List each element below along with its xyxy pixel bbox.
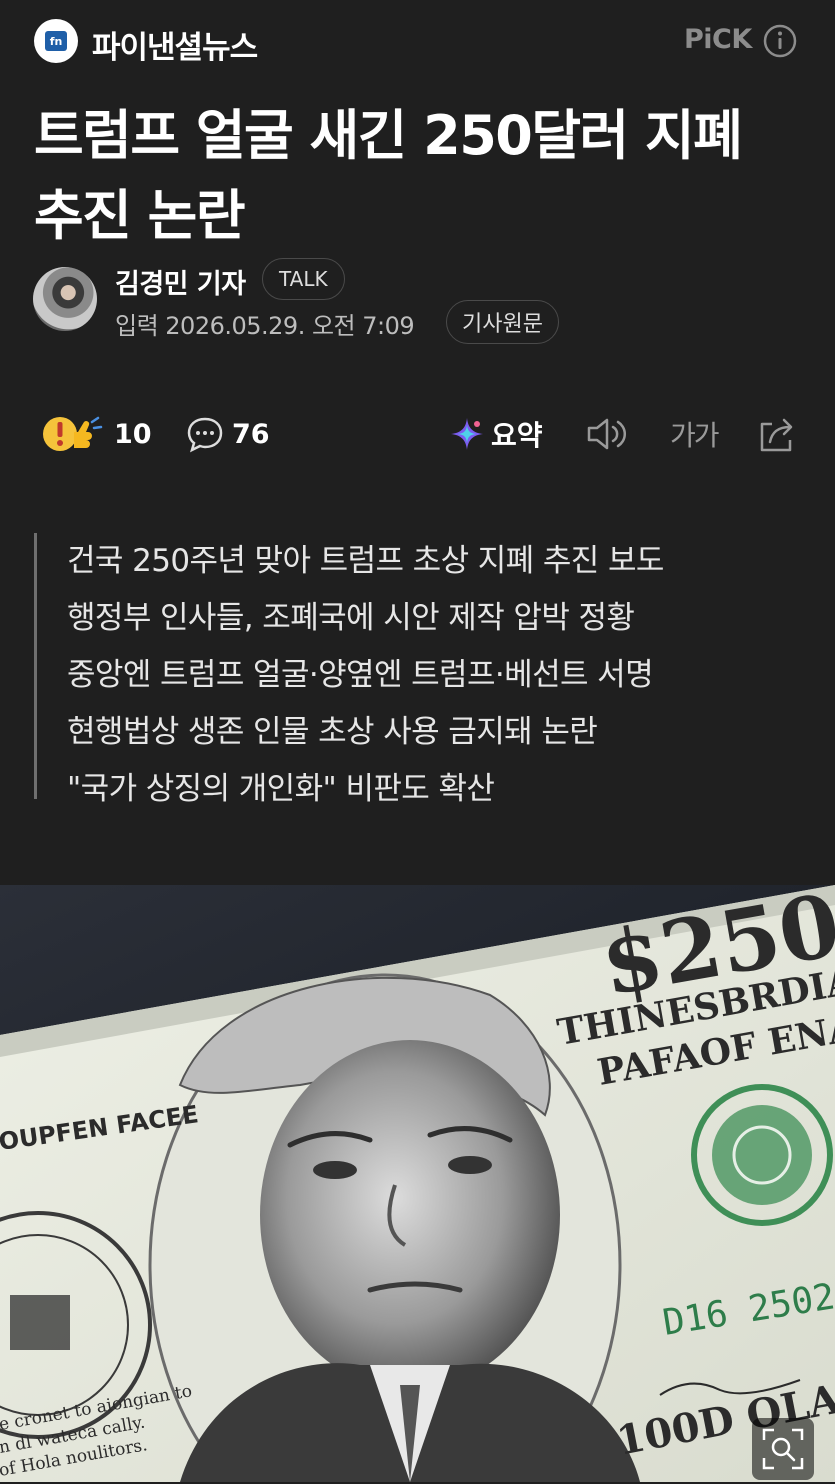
- font-size-label: 가가: [670, 419, 720, 452]
- summary-line: 행정부 인사들, 조폐국에 시안 제작 압박 정황: [67, 600, 635, 636]
- original-article-button[interactable]: 기사원문: [446, 300, 559, 344]
- article-title: 트럼프 얼굴 새긴 250달러 지폐 추진 논란: [34, 104, 743, 247]
- press-logo[interactable]: fn: [34, 19, 78, 63]
- reporter-avatar[interactable]: [33, 267, 97, 331]
- reporter-name[interactable]: 김경민 기자: [115, 262, 246, 301]
- image-zoom-button[interactable]: [752, 1418, 814, 1480]
- article-summary: 건국 250주년 맞아 트럼프 초상 지폐 추진 보도 행정부 인사들, 조폐국…: [34, 533, 794, 807]
- talk-button[interactable]: TALK: [262, 258, 345, 300]
- article-toolbar: 10 76 요약 가가: [0, 405, 835, 463]
- fn-logo-mark: fn: [45, 31, 67, 51]
- share-icon: [760, 418, 793, 452]
- ai-summary-icon: [451, 418, 483, 450]
- tts-button[interactable]: [586, 405, 628, 463]
- summary-line: 현행법상 생존 인물 초상 사용 금지돼 논란: [67, 714, 598, 750]
- zoom-icon: [762, 1428, 804, 1470]
- press-header: fn 파이낸셜뉴스 PiCK: [0, 0, 835, 84]
- summary-line: "국가 상징의 개인화" 비판도 확산: [67, 771, 495, 807]
- pick-badge: PiCK: [684, 24, 752, 55]
- reaction-button[interactable]: 10: [40, 405, 152, 463]
- share-button[interactable]: [756, 405, 798, 463]
- comment-button[interactable]: 76: [186, 405, 270, 463]
- publish-date: 입력 2026.05.29. 오전 7:09: [115, 312, 415, 340]
- speaker-icon: [587, 418, 627, 450]
- comment-icon: [187, 417, 223, 453]
- ai-summary-button[interactable]: 요약: [449, 405, 543, 463]
- summary-line: 중앙엔 트럼프 얼굴·양옆엔 트럼프·베선트 서명: [67, 657, 654, 693]
- reaction-icon: [43, 416, 103, 451]
- banknote-illustration: $250 THINESBRDIAT PAFAOF ENA OUPFEN FACE…: [0, 885, 835, 1482]
- summary-line: 건국 250주년 맞아 트럼프 초상 지폐 추진 보도: [67, 543, 664, 579]
- font-size-button[interactable]: 가가: [670, 405, 720, 463]
- article-photo[interactable]: $250 THINESBRDIAT PAFAOF ENA OUPFEN FACE…: [0, 885, 835, 1482]
- ai-summary-label: 요약: [491, 419, 543, 452]
- comment-count: 76: [232, 418, 270, 450]
- info-icon[interactable]: [763, 24, 797, 58]
- reaction-count: 10: [114, 418, 152, 450]
- press-name[interactable]: 파이낸셜뉴스: [92, 22, 258, 67]
